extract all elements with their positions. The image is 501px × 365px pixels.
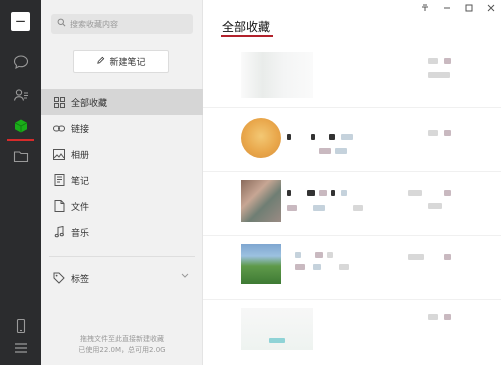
image-icon bbox=[53, 148, 65, 160]
nav-item-label: 笔记 bbox=[71, 176, 90, 187]
item-text bbox=[341, 190, 347, 196]
icon-rail: 一 bbox=[0, 0, 41, 365]
chat-icon[interactable] bbox=[11, 52, 30, 71]
new-note-button[interactable]: 新建笔记 bbox=[73, 50, 169, 73]
nav-item-label: 链接 bbox=[71, 124, 90, 135]
item-thumbnail bbox=[241, 52, 313, 98]
item-text bbox=[311, 134, 315, 140]
nav-item-all[interactable]: 全部收藏 bbox=[41, 89, 203, 115]
item-text bbox=[315, 252, 323, 258]
nav-item-label: 相册 bbox=[71, 150, 90, 161]
pen-icon bbox=[96, 56, 105, 68]
item-meta bbox=[408, 190, 422, 196]
item-meta bbox=[428, 314, 438, 320]
item-text bbox=[269, 338, 285, 343]
item-meta bbox=[444, 314, 451, 320]
item-meta bbox=[428, 130, 438, 136]
music-icon bbox=[53, 226, 65, 238]
new-note-label: 新建笔记 bbox=[109, 58, 146, 68]
item-meta bbox=[444, 190, 451, 196]
item-text bbox=[327, 252, 333, 258]
search-input[interactable] bbox=[70, 19, 180, 29]
nav-item-albums[interactable]: 相册 bbox=[41, 141, 203, 167]
folder-icon[interactable] bbox=[11, 146, 30, 165]
item-thumbnail bbox=[241, 118, 281, 158]
item-text bbox=[295, 252, 301, 258]
list-item[interactable] bbox=[203, 300, 501, 364]
menu-icon[interactable] bbox=[11, 338, 30, 357]
nav-item-label: 音乐 bbox=[71, 228, 90, 239]
nav-item-notes[interactable]: 笔记 bbox=[41, 167, 203, 193]
item-text bbox=[335, 148, 347, 154]
avatar[interactable]: 一 bbox=[11, 12, 30, 31]
storage-info: 拖拽文件至此直接新建收藏 已使用22.0M，总可用2.0G bbox=[41, 334, 203, 356]
item-meta bbox=[428, 203, 442, 209]
storage-usage: 已使用22.0M，总可用2.0G bbox=[78, 346, 166, 354]
list-item[interactable] bbox=[203, 236, 501, 300]
item-text bbox=[287, 205, 297, 211]
item-text bbox=[307, 190, 315, 196]
main-panel: 全部收藏 bbox=[203, 0, 501, 365]
nav-item-links[interactable]: 链接 bbox=[41, 115, 203, 141]
favorites-sidebar: 新建笔记 全部收藏 链接 相册 笔记 bbox=[41, 0, 203, 365]
chevron-down-icon[interactable] bbox=[181, 272, 189, 282]
window-controls bbox=[421, 4, 495, 15]
nav-item-files[interactable]: 文件 bbox=[41, 193, 203, 219]
item-text bbox=[313, 205, 325, 211]
item-text bbox=[295, 264, 305, 270]
item-meta bbox=[428, 58, 438, 64]
category-nav: 全部收藏 链接 相册 笔记 文件 音乐 bbox=[41, 89, 203, 245]
item-meta bbox=[428, 72, 450, 78]
item-meta bbox=[444, 254, 451, 260]
favorites-icon[interactable] bbox=[11, 116, 30, 135]
tags-label: 标签 bbox=[71, 274, 90, 285]
item-text bbox=[341, 134, 353, 140]
item-text bbox=[319, 190, 327, 196]
grid-icon bbox=[53, 96, 65, 108]
list-item[interactable] bbox=[203, 44, 501, 108]
link-icon bbox=[53, 122, 65, 134]
search-box[interactable] bbox=[51, 14, 193, 34]
pin-icon[interactable] bbox=[421, 4, 429, 15]
item-meta bbox=[444, 58, 451, 64]
page-title: 全部收藏 bbox=[222, 20, 271, 34]
minimize-icon[interactable] bbox=[443, 4, 451, 15]
search-icon bbox=[57, 18, 66, 30]
item-meta bbox=[408, 254, 424, 260]
active-indicator bbox=[7, 139, 34, 141]
item-text bbox=[331, 190, 335, 196]
item-text bbox=[319, 148, 331, 154]
tags-section[interactable]: 标签 bbox=[41, 266, 203, 290]
list-item[interactable] bbox=[203, 108, 501, 172]
close-icon[interactable] bbox=[487, 4, 495, 15]
list-item[interactable] bbox=[203, 172, 501, 236]
phone-icon[interactable] bbox=[11, 316, 30, 335]
item-text bbox=[313, 264, 321, 270]
nav-item-label: 全部收藏 bbox=[71, 98, 108, 109]
item-thumbnail bbox=[241, 308, 313, 350]
item-text bbox=[339, 264, 349, 270]
item-text bbox=[329, 134, 335, 140]
item-text bbox=[287, 134, 291, 140]
maximize-icon[interactable] bbox=[465, 4, 473, 15]
item-meta bbox=[444, 130, 451, 136]
tag-icon bbox=[53, 272, 65, 284]
file-icon bbox=[53, 200, 65, 212]
note-icon bbox=[53, 174, 65, 186]
item-thumbnail bbox=[241, 180, 281, 222]
contacts-icon[interactable] bbox=[11, 85, 30, 104]
divider bbox=[49, 256, 195, 257]
item-text bbox=[353, 205, 363, 211]
drop-hint: 拖拽文件至此直接新建收藏 bbox=[80, 335, 164, 343]
favorites-list bbox=[203, 44, 501, 364]
title-underline bbox=[221, 35, 273, 37]
nav-item-label: 文件 bbox=[71, 202, 90, 213]
item-text bbox=[287, 190, 291, 196]
nav-item-music[interactable]: 音乐 bbox=[41, 219, 203, 245]
item-thumbnail bbox=[241, 244, 281, 284]
